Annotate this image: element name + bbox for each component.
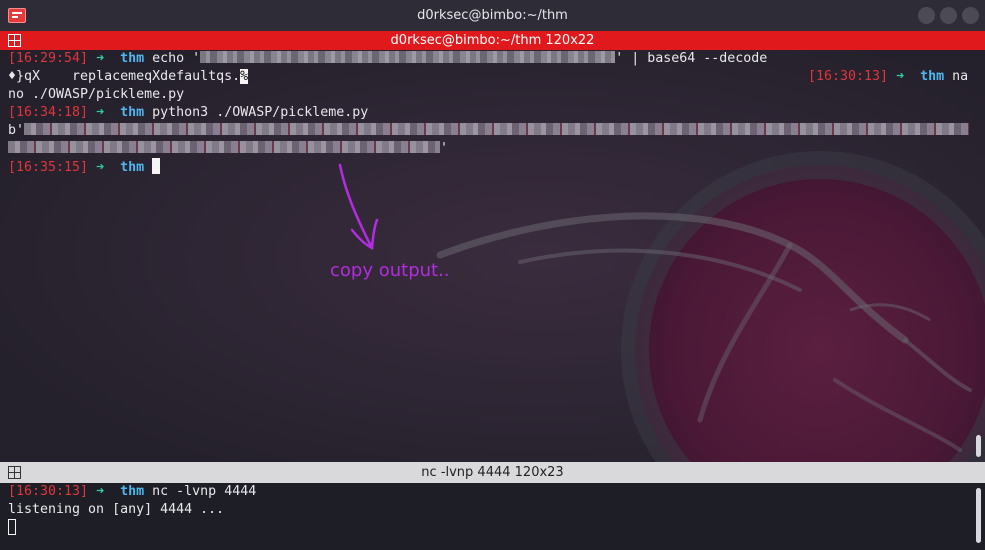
- close-button[interactable]: [962, 7, 979, 24]
- redacted-base64-blur: [200, 51, 616, 63]
- text-cursor: [152, 158, 161, 174]
- top-terminal-pane[interactable]: [16:29:54] ➜ thm echo ' ' | base64 --deco…: [0, 50, 985, 462]
- bottom-terminal-output[interactable]: [16:30:13] ➜ thm nc -lvnp 4444 listening…: [8, 483, 256, 550]
- bottom-terminal-pane[interactable]: [16:30:13] ➜ thm nc -lvnp 4444 listening…: [0, 483, 985, 550]
- top-pane-scrollbar[interactable]: [976, 435, 981, 457]
- bottom-pane-header[interactable]: nc -lvnp 4444 120x23: [0, 462, 985, 483]
- text-cursor: [8, 519, 16, 535]
- minimize-button[interactable]: [918, 7, 935, 24]
- top-terminal-output[interactable]: [16:29:54] ➜ thm echo ' ' | base64 --deco…: [8, 50, 970, 320]
- terminal-line: listening on [any] 4444 ...: [8, 502, 225, 517]
- terminal-line-right: [16:30:13] ➜ thm na: [808, 69, 969, 84]
- terminal-prompt-line: [8, 519, 16, 537]
- annotation-text: copy output..: [330, 260, 450, 281]
- terminal-line: [16:29:54] ➜ thm echo ' ' | base64 --deco…: [8, 51, 768, 66]
- terminal-line: no ./OWASP/pickleme.py: [8, 87, 185, 102]
- title-bar[interactable]: d0rksec@bimbo:~/thm: [0, 0, 985, 31]
- window-title: d0rksec@bimbo:~/thm: [417, 8, 568, 23]
- redacted-output-blur: [8, 141, 440, 153]
- terminal-prompt-line: [16:35:15] ➜ thm: [8, 158, 161, 176]
- bottom-pane-scrollbar[interactable]: [976, 488, 981, 543]
- terminal-line: [16:34:18] ➜ thm python3 ./OWASP/picklem…: [8, 105, 369, 120]
- terminal-line: ♦}qX replacemeqXdefaultqs.%: [8, 69, 249, 84]
- terminal-window: d0rksec@bimbo:~/thm d0rksec@bimbo:~/thm …: [0, 0, 985, 550]
- terminal-line: ': [8, 140, 448, 158]
- bottom-pane-title: nc -lvnp 4444 120x23: [421, 465, 564, 480]
- redacted-output-blur: [24, 123, 970, 135]
- top-pane-header[interactable]: d0rksec@bimbo:~/thm 120x22: [0, 31, 985, 50]
- terminal-line: b': [8, 122, 970, 140]
- terminal-line: [16:30:13] ➜ thm nc -lvnp 4444: [8, 484, 257, 499]
- top-pane-title: d0rksec@bimbo:~/thm 120x22: [390, 33, 595, 48]
- maximize-button[interactable]: [940, 7, 957, 24]
